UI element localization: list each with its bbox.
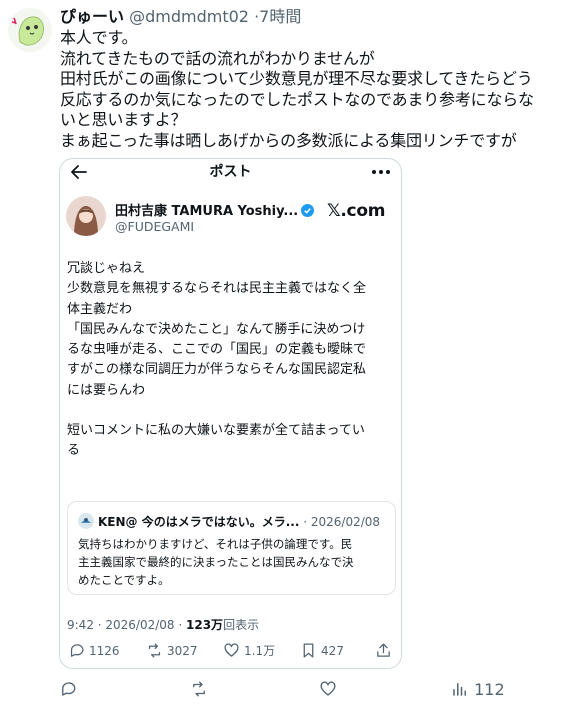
user-handle[interactable]: @dmdmdmt02: [129, 7, 249, 26]
quoted-line: る: [67, 443, 81, 459]
quoted-author-name-text: 田村吉康 TAMURA Yoshiy...: [115, 204, 299, 219]
repost-icon: [193, 681, 205, 697]
quoted-line: るな虫唾が走る、ここでの「国民」の定義も曖昧で: [67, 342, 367, 358]
quoted-line: には要らんわ: [67, 382, 146, 398]
post-line: 流れてきたもので話の流れがわかりませんが: [60, 48, 375, 68]
quoted-bookmarks: 427: [300, 642, 344, 659]
post-time[interactable]: 7時間: [259, 7, 301, 26]
repost-button[interactable]: [190, 680, 208, 699]
inner-quote-line: 気持ちはわかりますけど、それは子供の論理です。民: [78, 537, 353, 551]
quoted-likes-count: 1.1万: [244, 644, 276, 658]
like-icon: [224, 643, 239, 657]
inner-quoted-post: KEN@ 今のはメラではない。メラ... · 2026/02/08 気持ちはわか…: [67, 501, 396, 595]
views-icon: [453, 683, 466, 696]
repost-icon: [148, 643, 161, 658]
like-button[interactable]: [319, 680, 337, 699]
quoted-line: 少数意見を無視するならそれは民主主義ではなく全: [67, 281, 367, 297]
reply-button[interactable]: [59, 680, 77, 699]
quoted-replies: 1126: [68, 642, 120, 659]
like-icon: [320, 681, 336, 696]
quoted-line: [67, 401, 397, 421]
quoted-line: 「国民みんなで決めたこと」なんて勝手に決めつけ: [67, 321, 366, 337]
verified-icon: [301, 204, 315, 217]
display-name[interactable]: ぴゅーい: [60, 7, 124, 26]
reply-icon: [70, 644, 84, 657]
quoted-post-timestamp: 9:42 · 2026/02/08 ·: [67, 618, 186, 632]
quoted-reposts-count: 3027: [167, 644, 198, 658]
quoted-replies-count: 1126: [89, 644, 120, 658]
quoted-author-name: 田村吉康 TAMURA Yoshiy...: [115, 200, 315, 219]
post-text: 本人です。 流れてきたもので話の流れがわかりませんが 田村氏がこの画像について少…: [60, 28, 580, 151]
post-actions-bar: 112: [0, 680, 585, 704]
quoted-author-handle: @FUDEGAMI: [115, 219, 195, 234]
views-count: 112: [474, 680, 505, 699]
quoted-view-count: 123万: [186, 618, 224, 632]
reply-icon: [62, 682, 76, 696]
bookmark-icon: [303, 643, 314, 658]
quoted-avatar: [66, 196, 106, 236]
quoted-reposts: 3027: [146, 642, 198, 659]
inner-quote-line: めたことですよ。: [78, 573, 170, 587]
post-line: 反応するのか気になったのでしたポストなのであまり参考にならな: [60, 89, 534, 109]
x-logo: 𝕏.com: [327, 201, 386, 221]
post-line: 田村氏がこの画像について少数意見が理不尽な要求してきたらどう: [60, 69, 533, 88]
screenshot-nav-title: ポスト: [209, 164, 252, 180]
quoted-post-body: 冗談じゃねえ 少数意見を無視するならそれは民主主義ではなく全 体主義だわ 「国民…: [67, 259, 397, 462]
views-button[interactable]: 112: [451, 680, 505, 699]
quoted-line: 冗談じゃねえ: [67, 261, 146, 276]
quoted-post-meta: 9:42 · 2026/02/08 · 123万回表示: [67, 616, 259, 633]
quoted-line: 短いコメントに私の大嫌いな要素が全て詰まってい: [67, 423, 365, 439]
post-line: 本人です。: [60, 28, 138, 47]
quoted-bookmarks-count: 427: [321, 644, 344, 658]
quoted-stats-bar: 1126 3027 1.1万 427: [60, 642, 401, 664]
inner-quote-header: KEN@ 今のはメラではない。メラ... · 2026/02/08: [98, 513, 380, 530]
quoted-share: [375, 642, 396, 659]
quoted-line: すがこの様な同調圧力が伴うならそんな国民認定私: [67, 362, 367, 378]
quoted-likes: 1.1万: [223, 642, 275, 659]
inner-quote-body: 気持ちはわかりますけど、それは子供の論理です。民 主主義国家で最終的に決まったこ…: [78, 535, 354, 589]
quoted-line: 体主義だわ: [67, 301, 133, 317]
avatar[interactable]: [8, 8, 52, 52]
attached-screenshot[interactable]: ポスト 田村吉康 TAMURA Yoshiy... @FUDEGAMI 𝕏.co…: [59, 158, 402, 669]
inner-quote-line: 主主義国家で最終的に決まったことは国民みんなで決: [78, 555, 354, 569]
post-header: ぴゅーい @dmdmdmt02 ·7時間: [60, 7, 301, 27]
share-icon: [377, 643, 390, 657]
inner-quote-name: KEN@ 今のはメラではない。メラ...: [98, 515, 300, 529]
inner-quote-date: · 2026/02/08: [303, 515, 381, 529]
more-icon: [372, 170, 390, 174]
screenshot-nav-bar: ポスト: [60, 159, 401, 185]
post-line: まぁ起こった事は晒しあげからの多数派による集団リンチですが: [60, 130, 517, 150]
inner-quote-avatar: [78, 513, 94, 529]
post-line: いと思いますよ？: [60, 110, 187, 129]
quoted-view-label: 回表示: [223, 618, 260, 632]
